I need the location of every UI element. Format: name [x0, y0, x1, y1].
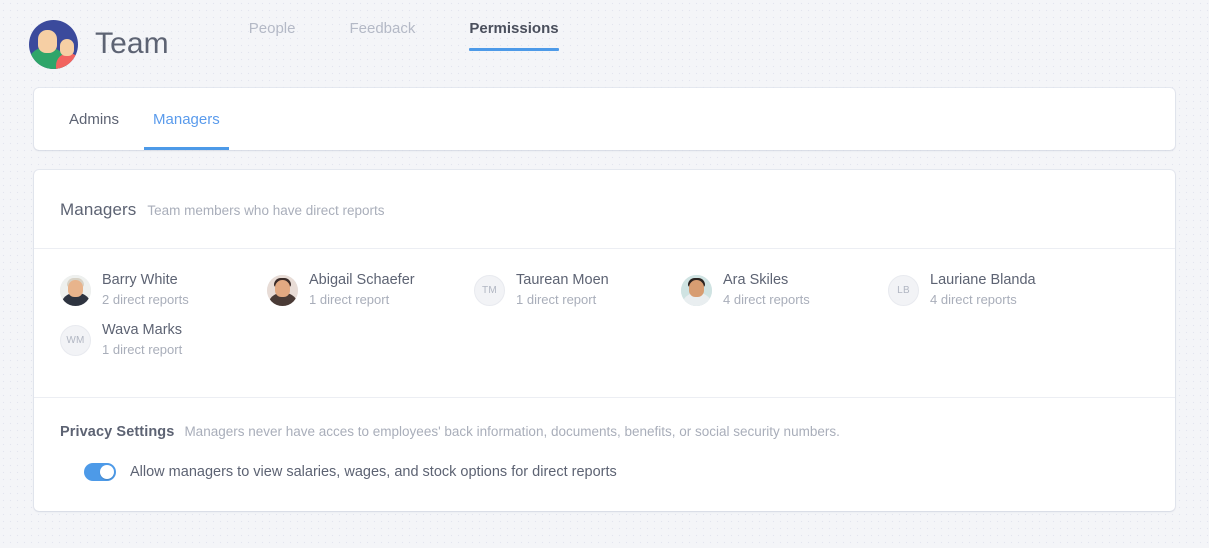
- primary-nav: People Feedback Permissions: [249, 20, 559, 69]
- manager-reports: 1 direct report: [309, 292, 390, 307]
- manager-reports: 4 direct reports: [723, 292, 810, 307]
- manager-name: Abigail Schaefer: [309, 272, 415, 288]
- manager-reports: 1 direct report: [102, 342, 183, 357]
- nav-item-feedback[interactable]: Feedback: [349, 20, 415, 51]
- managers-section-header: Managers Team members who have direct re…: [34, 170, 1175, 249]
- privacy-header: Privacy Settings Managers never have acc…: [60, 424, 1149, 440]
- nav-item-people[interactable]: People: [249, 20, 296, 51]
- manager-reports: 1 direct report: [516, 292, 597, 307]
- avatar: TM: [474, 274, 505, 306]
- manager-item[interactable]: TM Taurean Moen 1 direct report: [474, 271, 681, 309]
- manager-name: Barry White: [102, 272, 178, 288]
- privacy-settings-section: Privacy Settings Managers never have acc…: [34, 398, 1175, 511]
- avatar: LB: [888, 274, 919, 306]
- manager-name: Wava Marks: [102, 322, 183, 338]
- salary-visibility-row: Allow managers to view salaries, wages, …: [60, 463, 1149, 481]
- tab-admins[interactable]: Admins: [60, 88, 128, 150]
- app-header: Team People Feedback Permissions: [0, 0, 1209, 88]
- privacy-subtitle: Managers never have acces to employees' …: [184, 424, 840, 439]
- manager-item[interactable]: Abigail Schaefer 1 direct report: [267, 271, 474, 309]
- nav-item-permissions[interactable]: Permissions: [469, 20, 559, 51]
- manager-name: Ara Skiles: [723, 272, 789, 288]
- avatar: WM: [60, 324, 91, 356]
- toggle-knob: [100, 465, 114, 479]
- manager-item[interactable]: Ara Skiles 4 direct reports: [681, 271, 888, 309]
- avatar: [60, 274, 91, 306]
- avatar: [267, 274, 298, 306]
- section-title: Managers: [60, 200, 137, 219]
- privacy-title: Privacy Settings: [60, 424, 175, 440]
- avatar: [681, 274, 712, 306]
- manager-reports: 4 direct reports: [930, 292, 1017, 307]
- manager-item[interactable]: Barry White 2 direct reports: [60, 271, 267, 309]
- managers-card: Managers Team members who have direct re…: [34, 170, 1175, 511]
- salary-visibility-toggle[interactable]: [84, 463, 116, 481]
- manager-item[interactable]: WM Wava Marks 1 direct report: [60, 321, 267, 359]
- manager-name: Lauriane Blanda: [930, 272, 1036, 288]
- content-wrap: Admins Managers Managers Team members wh…: [0, 88, 1209, 511]
- section-subtitle: Team members who have direct reports: [147, 203, 385, 218]
- salary-visibility-label: Allow managers to view salaries, wages, …: [130, 464, 617, 480]
- managers-list: Barry White 2 direct reports Abigail Sch…: [34, 249, 1175, 398]
- subtab-bar: Admins Managers: [34, 88, 1175, 150]
- manager-item[interactable]: LB Lauriane Blanda 4 direct reports: [888, 271, 1095, 309]
- manager-name: Taurean Moen: [516, 272, 609, 288]
- team-avatar-icon: [29, 19, 78, 69]
- page-title: Team: [95, 27, 169, 60]
- brand: Team: [29, 19, 169, 69]
- manager-reports: 2 direct reports: [102, 292, 189, 307]
- tab-managers[interactable]: Managers: [144, 88, 229, 150]
